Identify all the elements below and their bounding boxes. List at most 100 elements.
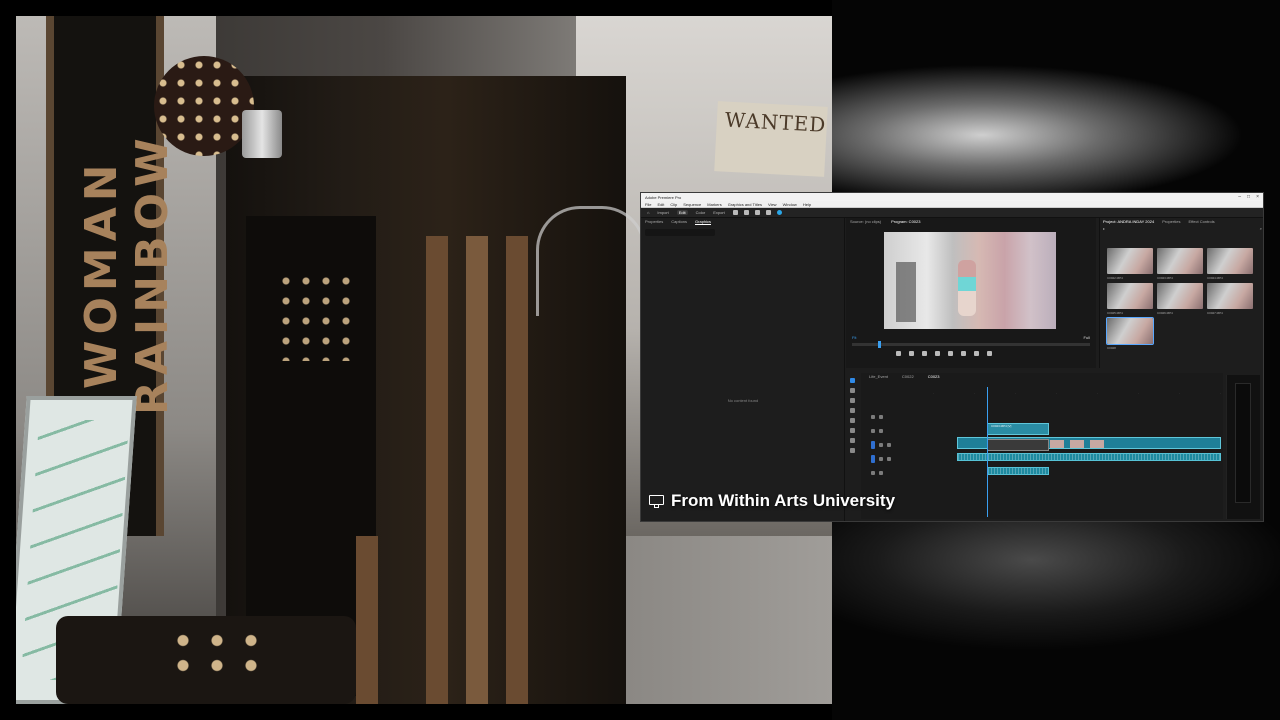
lock-icon[interactable] bbox=[879, 443, 883, 447]
lock-icon[interactable] bbox=[871, 415, 875, 419]
hangers bbox=[536, 206, 646, 316]
quick-export-icon[interactable] bbox=[743, 210, 749, 215]
lift-icon[interactable] bbox=[961, 351, 966, 356]
track-target-icon[interactable] bbox=[871, 455, 875, 463]
clip-thumbnail-selected[interactable]: C0028 bbox=[1106, 317, 1154, 350]
pen-tool-icon[interactable] bbox=[849, 428, 855, 433]
audio-clip-a1[interactable] bbox=[957, 453, 1221, 461]
graphics-search-input[interactable] bbox=[645, 229, 715, 236]
timeline-clip-selected[interactable] bbox=[987, 439, 1049, 451]
selection-tool-icon[interactable] bbox=[849, 378, 855, 383]
fullscreen-icon[interactable] bbox=[765, 210, 771, 215]
menu-bar: File Edit Clip Sequence Markers Graphics… bbox=[641, 201, 1263, 208]
clip-thumbnail[interactable]: C0025.MP4 bbox=[1107, 283, 1153, 315]
notifications-icon[interactable] bbox=[754, 210, 760, 215]
tab-properties-2[interactable]: Properties bbox=[1162, 219, 1180, 224]
workspaces-icon[interactable] bbox=[732, 210, 738, 215]
metal-cup bbox=[242, 110, 282, 158]
screen-share-icon bbox=[649, 494, 664, 508]
mute-icon[interactable] bbox=[871, 471, 875, 475]
tab-properties[interactable]: Properties bbox=[645, 219, 663, 224]
minimize-icon[interactable]: – bbox=[1238, 194, 1241, 200]
clip-thumbnail[interactable]: C0027.MP4 bbox=[1207, 283, 1253, 315]
step-back-icon[interactable] bbox=[922, 351, 927, 356]
lock-icon[interactable] bbox=[871, 429, 875, 433]
garment-stripe bbox=[426, 236, 448, 704]
garment-stripe bbox=[466, 236, 488, 704]
clip-thumbnail[interactable]: C0024.MP4 bbox=[1207, 248, 1253, 280]
clip-thumbnail[interactable]: C0023.MP4 bbox=[1157, 248, 1203, 280]
tab-sequence-3[interactable]: C0023 bbox=[928, 374, 940, 379]
close-icon[interactable]: × bbox=[1256, 194, 1259, 200]
garment-stripe bbox=[356, 536, 378, 704]
menu-graphics[interactable]: Graphics and Titles bbox=[728, 202, 762, 207]
menu-window[interactable]: Window bbox=[783, 202, 797, 207]
clip-thumb bbox=[1050, 440, 1064, 448]
program-monitor: Source: (no clips) Program: C0023 Fit Fu… bbox=[846, 218, 1096, 368]
track-header-v1 bbox=[871, 441, 911, 449]
track-select-icon[interactable] bbox=[849, 388, 855, 393]
tab-program[interactable]: Program: C0023 bbox=[891, 219, 920, 224]
menu-edit[interactable]: Edit bbox=[657, 202, 664, 207]
ruler-tick: · bbox=[1097, 391, 1098, 395]
tab-graphics[interactable]: Graphics bbox=[695, 219, 712, 225]
timeline-clip-v2[interactable]: C0023.MP4 [V] bbox=[987, 423, 1049, 435]
home-icon[interactable]: ⌂ bbox=[647, 210, 649, 215]
clip-thumbnail[interactable]: C0026.MP4 bbox=[1157, 283, 1203, 315]
monitor-scrubber[interactable] bbox=[852, 341, 1090, 348]
tab-captions[interactable]: Captions bbox=[671, 219, 687, 224]
step-forward-icon[interactable] bbox=[948, 351, 953, 356]
solo-icon[interactable] bbox=[879, 471, 883, 475]
slip-tool-icon[interactable] bbox=[849, 418, 855, 423]
tab-sequence-2[interactable]: C0022 bbox=[902, 374, 914, 379]
eye-icon[interactable] bbox=[887, 443, 891, 447]
track-target-icon[interactable] bbox=[871, 441, 875, 449]
quality-dropdown[interactable]: Full bbox=[1084, 335, 1090, 340]
play-icon[interactable] bbox=[935, 351, 940, 356]
razor-tool-icon[interactable] bbox=[849, 408, 855, 413]
mark-out-icon[interactable] bbox=[909, 351, 914, 356]
tab-project[interactable]: Project: ANDRA INDAY 2024 bbox=[1103, 219, 1154, 224]
audio-clip-a2[interactable] bbox=[987, 467, 1049, 475]
ruler-tick: · bbox=[1056, 391, 1057, 395]
eye-icon[interactable] bbox=[879, 415, 883, 419]
time-ruler[interactable]: · · · · · · · · bbox=[933, 391, 1221, 397]
clip-thumb bbox=[1090, 440, 1104, 448]
workspace-color[interactable]: Color bbox=[696, 210, 706, 215]
type-tool-icon[interactable] bbox=[849, 448, 855, 453]
empty-message: No content found bbox=[727, 398, 759, 403]
menu-sequence[interactable]: Sequence bbox=[683, 202, 701, 207]
menu-markers[interactable]: Markers bbox=[707, 202, 721, 207]
workspace-import[interactable]: Import bbox=[657, 210, 668, 215]
program-frame[interactable] bbox=[884, 232, 1056, 329]
mute-icon[interactable] bbox=[879, 457, 883, 461]
clip-name: C0027.MP4 bbox=[1207, 311, 1223, 315]
menu-help[interactable]: Help bbox=[803, 202, 811, 207]
tab-effect-controls[interactable]: Effect Controls bbox=[1188, 219, 1214, 224]
tab-sequence-1[interactable]: Life_Event bbox=[869, 374, 888, 379]
workspace-edit[interactable]: Edit bbox=[676, 210, 688, 215]
menu-clip[interactable]: Clip bbox=[670, 202, 677, 207]
mark-in-icon[interactable] bbox=[896, 351, 901, 356]
account-icon[interactable] bbox=[776, 210, 782, 215]
transport-controls bbox=[896, 351, 992, 356]
clip-name: C0024.MP4 bbox=[1207, 276, 1223, 280]
pillow-stars bbox=[166, 628, 276, 678]
maximize-icon[interactable]: □ bbox=[1247, 194, 1250, 200]
menu-view[interactable]: View bbox=[768, 202, 777, 207]
menu-file[interactable]: File bbox=[645, 202, 651, 207]
tab-source[interactable]: Source: (no clips) bbox=[850, 219, 881, 224]
workspace-export[interactable]: Export bbox=[713, 210, 725, 215]
clip-thumbnail[interactable]: C0022.MP4 bbox=[1107, 248, 1153, 280]
fit-dropdown[interactable]: Fit bbox=[852, 335, 856, 340]
playhead[interactable] bbox=[987, 387, 988, 517]
clip-name: C0022.MP4 bbox=[1107, 276, 1123, 280]
extract-icon[interactable] bbox=[974, 351, 979, 356]
ruler-tick: · bbox=[1220, 391, 1221, 395]
eye-icon[interactable] bbox=[879, 429, 883, 433]
ripple-edit-icon[interactable] bbox=[849, 398, 855, 403]
solo-icon[interactable] bbox=[887, 457, 891, 461]
search-icon[interactable]: ⌕ bbox=[1260, 226, 1262, 231]
hand-tool-icon[interactable] bbox=[849, 438, 855, 443]
export-frame-icon[interactable] bbox=[987, 351, 992, 356]
